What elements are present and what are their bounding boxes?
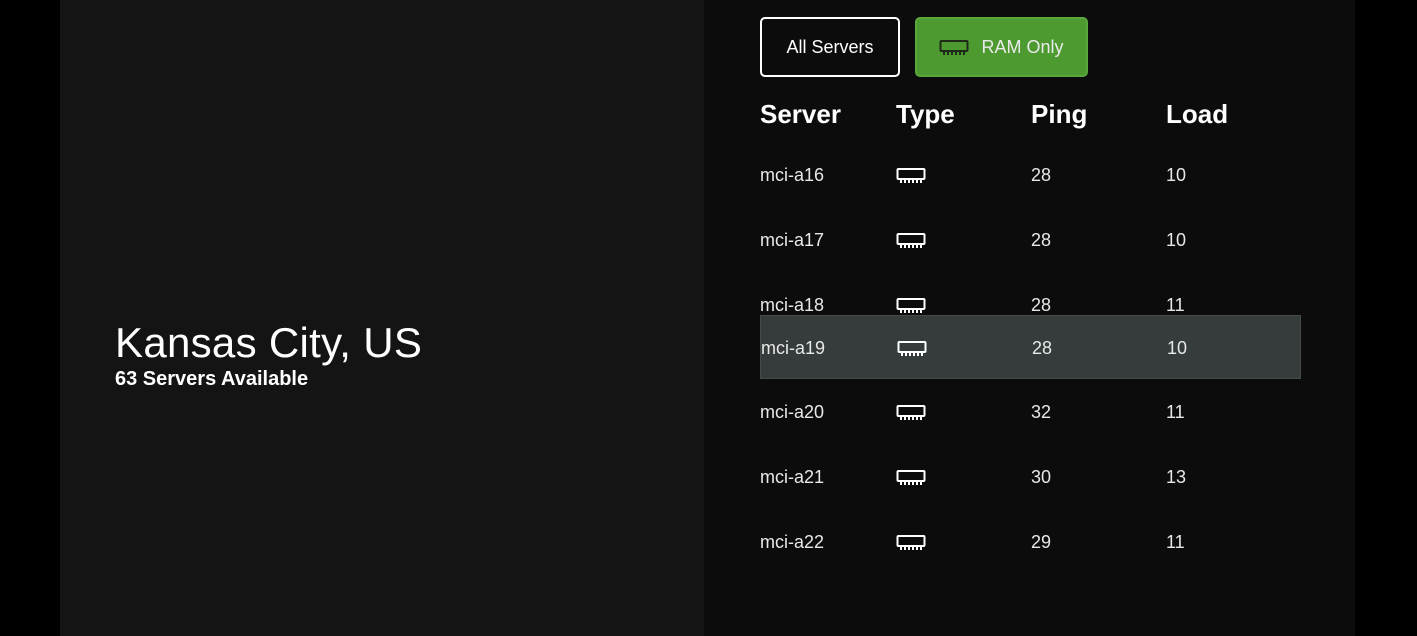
table-row[interactable]: mci-a22 29 11: [760, 510, 1301, 574]
server-ping: 29: [1031, 531, 1052, 552]
location-panel: Kansas City, US 63 Servers Available: [60, 0, 704, 636]
server-name: mci-a20: [760, 401, 825, 422]
server-name: mci-a17: [760, 229, 825, 250]
server-table[interactable]: mci-a15 28 11 mci-a16 28 10 mci-a17 28 1…: [704, 132, 1355, 636]
table-row[interactable]: mci-a15 28 11: [760, 132, 1301, 142]
server-name: mci-a19: [761, 337, 826, 358]
location-title: Kansas City, US: [115, 319, 423, 366]
server-load: 10: [1166, 229, 1187, 250]
memory-chip-icon: [896, 208, 926, 272]
column-header-type[interactable]: Type: [896, 96, 955, 132]
memory-chip-icon: [896, 445, 926, 509]
servers-available-count: 63 Servers Available: [115, 368, 309, 390]
memory-chip-icon: [896, 510, 926, 574]
server-ping: 32: [1031, 401, 1052, 422]
server-load: 11: [1166, 531, 1185, 552]
column-header-load[interactable]: Load: [1166, 96, 1228, 132]
server-name: mci-a15: [760, 132, 824, 142]
table-row[interactable]: mci-a21 30 13: [760, 445, 1301, 509]
memory-chip-icon: [896, 132, 926, 142]
table-row[interactable]: mci-a16 28 10: [760, 143, 1301, 207]
ram-only-label: RAM Only: [981, 36, 1064, 57]
column-header-ping[interactable]: Ping: [1031, 96, 1087, 132]
table-row[interactable]: mci-a20 32 11: [760, 380, 1301, 444]
server-ping: 28: [1032, 337, 1053, 358]
server-ping: 28: [1031, 132, 1051, 142]
server-ping: 28: [1031, 229, 1052, 250]
server-load: 11: [1166, 401, 1185, 422]
server-load: 11: [1166, 132, 1185, 142]
memory-chip-icon: [939, 40, 969, 55]
location-info: Kansas City, US 63 Servers Available: [115, 320, 422, 391]
memory-chip-icon: [897, 316, 927, 380]
server-load: 10: [1167, 337, 1188, 358]
server-load: 13: [1166, 466, 1187, 487]
table-row-selected[interactable]: mci-a19 28 10: [760, 315, 1301, 379]
server-load: 10: [1166, 164, 1187, 185]
screen-edge: [1355, 0, 1417, 636]
memory-chip-icon: [896, 380, 926, 444]
all-servers-label: All Servers: [786, 36, 874, 57]
server-name: mci-a16: [760, 164, 825, 185]
server-list-panel: All Servers RAM Only Server Type Ping Lo…: [704, 0, 1355, 636]
server-name: mci-a22: [760, 531, 825, 552]
server-name: mci-a21: [760, 466, 825, 487]
server-ping: 30: [1031, 466, 1052, 487]
column-header-server[interactable]: Server: [760, 96, 841, 132]
server-ping: 28: [1031, 164, 1052, 185]
all-servers-button[interactable]: All Servers: [760, 17, 900, 77]
table-row[interactable]: mci-a17 28 10: [760, 208, 1301, 272]
memory-chip-icon: [896, 143, 926, 207]
ram-only-button[interactable]: RAM Only: [915, 17, 1088, 77]
